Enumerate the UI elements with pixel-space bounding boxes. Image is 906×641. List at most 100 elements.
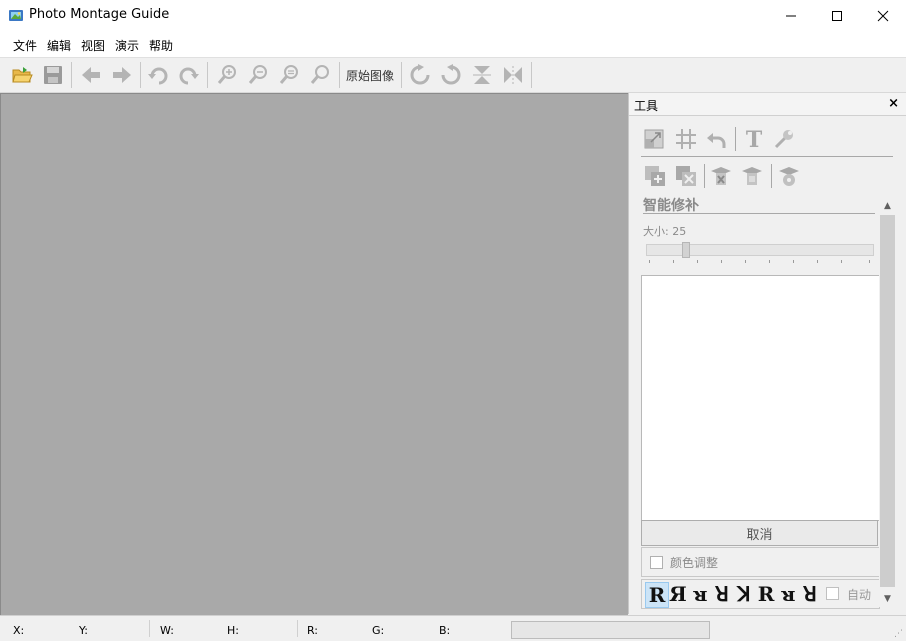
menu-edit[interactable]: 编辑 [47,37,71,54]
orientation-option[interactable]: ꓤ [799,582,821,606]
app-icon [8,7,25,24]
slider-tick [649,260,650,263]
orientation-option[interactable]: ꓤ [711,582,733,606]
maximize-icon [832,10,842,21]
back-arrow-icon [82,67,100,83]
slider-tick [769,260,770,263]
open-folder-icon [12,67,33,83]
status-separator [297,620,298,637]
layer-merge-button[interactable] [673,163,699,189]
forward-arrow-icon [113,67,131,83]
open-button[interactable] [9,63,35,87]
rotate-left-button[interactable] [438,63,464,87]
slider-tick [869,260,870,263]
flip-horizontal-button[interactable] [500,63,526,87]
grid-icon [676,129,696,149]
close-icon [877,10,889,21]
undo-button[interactable] [145,63,171,87]
zoom-fit-button[interactable] [276,63,302,87]
forward-button[interactable] [109,63,135,87]
slider-tick [745,260,746,263]
status-bar: X: Y: W: H: R: G: B: ⋰ [0,615,906,641]
scroll-up-arrow-icon[interactable]: ▲ [879,197,896,214]
size-slider[interactable] [646,244,874,256]
color-adjust-label: 颜色调整 [670,556,719,570]
undo-icon [148,67,168,85]
panel-separator [735,127,736,151]
undo-tool-button[interactable] [703,126,729,152]
menu-view[interactable]: 视图 [81,37,105,54]
status-x: X: [13,624,25,637]
panel-separator [704,164,705,188]
orientation-option[interactable]: Я [667,582,689,606]
toolbar-separator [531,62,532,88]
status-r: R: [307,624,319,637]
original-image-button[interactable]: 原始图像 [346,67,394,84]
slider-tick [817,260,818,263]
minimize-button[interactable] [768,0,814,31]
grid-tool-button[interactable] [673,126,699,152]
resize-grip-icon[interactable]: ⋰ [894,629,903,639]
panel-scrollbar[interactable]: ▲ ▼ [879,197,896,607]
orientation-option[interactable]: ᴚ [689,582,711,606]
orientation-option[interactable]: R [645,582,669,608]
back-button[interactable] [78,63,104,87]
redo-button[interactable] [176,63,202,87]
zoom-out-button[interactable] [245,63,271,87]
layer-add-icon [645,166,665,186]
minimize-icon [786,15,796,16]
toolbar-separator [207,62,208,88]
svg-text:T: T [746,127,763,151]
rotate-left-icon [441,64,461,85]
size-label: 大小: 25 [643,225,687,238]
progress-bar [511,621,710,639]
hat-add-button[interactable] [739,163,765,189]
scrollbar-thumb[interactable] [880,215,895,587]
size-slider-thumb[interactable] [682,242,690,258]
orientation-option[interactable]: ᴚ [777,582,799,606]
redo-icon [179,67,199,85]
wrench-icon [774,130,793,149]
rotate-right-button[interactable] [407,63,433,87]
status-h: H: [227,624,239,637]
hat-remove-button[interactable] [708,163,734,189]
flip-vertical-icon [473,66,491,84]
close-button[interactable] [860,0,906,31]
crop-tool-button[interactable] [641,126,667,152]
slider-tick [721,260,722,263]
zoom-in-icon [217,65,236,84]
orientation-option[interactable]: ꓘ [733,582,755,606]
settings-tool-button[interactable] [771,126,797,152]
text-tool-button[interactable]: T [741,126,767,152]
panel-title: 工具 [634,99,659,113]
preview-area [641,275,880,521]
zoom-in-button[interactable] [214,63,240,87]
zoom-actual-icon [310,65,329,84]
status-g: G: [372,624,385,637]
layer-add-button[interactable] [642,163,668,189]
status-y: Y: [79,624,88,637]
menu-file[interactable]: 文件 [13,37,37,54]
maximize-button[interactable] [814,0,860,31]
save-button[interactable] [40,63,66,87]
panel-close-button[interactable]: × [888,96,899,111]
auto-checkbox[interactable] [826,587,839,600]
status-separator [149,620,150,637]
menu-help[interactable]: 帮助 [149,37,173,54]
title-bar: Photo Montage Guide [0,0,906,31]
slider-tick [673,260,674,263]
hat-settings-button[interactable] [776,163,802,189]
toolbar-separator [71,62,72,88]
graduation-cap-gear-icon [779,167,799,186]
image-canvas[interactable] [0,93,628,615]
color-adjust-group: 颜色调整 [641,547,880,577]
orientation-option[interactable]: R [755,582,777,606]
scroll-down-arrow-icon[interactable]: ▼ [879,590,896,607]
zoom-actual-button[interactable] [307,63,333,87]
color-adjust-checkbox[interactable] [650,556,663,569]
panel-divider [641,156,893,157]
cancel-button[interactable]: 取消 [641,520,878,546]
flip-horizontal-icon [504,66,522,84]
flip-vertical-button[interactable] [469,63,495,87]
menu-demo[interactable]: 演示 [115,37,139,54]
